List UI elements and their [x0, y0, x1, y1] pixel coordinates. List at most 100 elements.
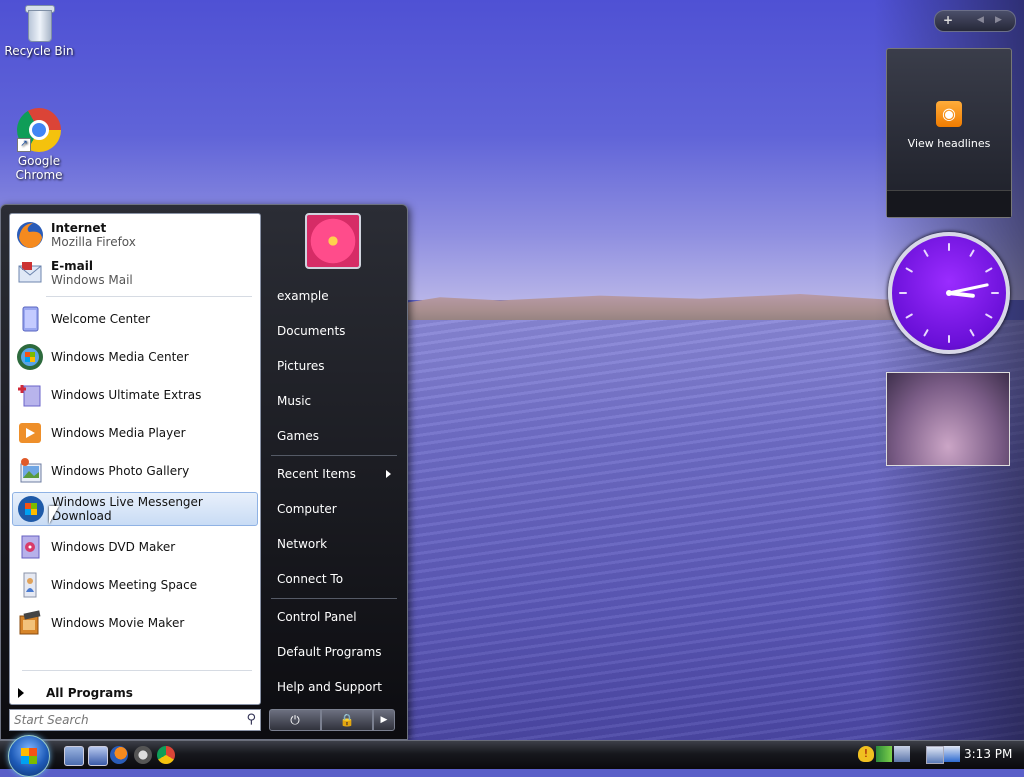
- shortcut-arrow-icon: ↗: [17, 138, 31, 152]
- clock-time[interactable]: 3:13 PM: [964, 747, 1012, 761]
- program-label: Windows Media Player: [51, 426, 186, 440]
- desktop-icon-recycle-bin[interactable]: Recycle Bin: [1, 2, 77, 58]
- security-alert-icon[interactable]: !: [858, 746, 874, 762]
- media-player-icon: [15, 418, 45, 448]
- prev-page-button[interactable]: ◀: [977, 15, 984, 25]
- clock-minute-hand: [947, 283, 989, 295]
- clock-face: [899, 243, 999, 343]
- right-separator: [271, 455, 397, 456]
- recent-items-label: Recent Items: [277, 467, 356, 481]
- meeting-space-icon: [15, 570, 45, 600]
- search-input[interactable]: [14, 712, 236, 728]
- power-button[interactable]: ⏻: [269, 709, 321, 731]
- firefox-icon: [15, 220, 45, 250]
- chrome-icon: ↗: [17, 108, 61, 152]
- right-separator: [271, 598, 397, 599]
- link-user-folder[interactable]: example: [269, 281, 399, 311]
- desktop-icon-label: Recycle Bin: [4, 44, 74, 58]
- taskbar: ! 3:13 PM: [0, 735, 1024, 777]
- ultimate-extras-icon: [15, 380, 45, 410]
- chrome-icon[interactable]: [157, 746, 175, 764]
- start-search-box[interactable]: ⚲: [9, 709, 261, 731]
- mail-icon: [15, 258, 45, 288]
- power-buttons: ⏻ 🔒 ▶: [269, 709, 395, 731]
- program-item[interactable]: Windows Meeting Space: [12, 568, 258, 602]
- link-music[interactable]: Music: [269, 386, 399, 416]
- arrow-right-icon: ▶: [380, 715, 388, 725]
- pinned-item-email[interactable]: E-mail Windows Mail: [12, 256, 258, 290]
- program-item[interactable]: Windows Media Player: [12, 416, 258, 450]
- user-picture[interactable]: [305, 213, 361, 269]
- link-computer[interactable]: Computer: [269, 494, 399, 524]
- mouse-cursor-icon: [49, 506, 59, 524]
- link-recent-items[interactable]: Recent Items: [269, 459, 399, 489]
- pinned-item-internet[interactable]: Internet Mozilla Firefox: [12, 218, 258, 252]
- pinned-item-title: E-mail: [51, 259, 94, 273]
- show-desktop-icon[interactable]: [64, 746, 84, 766]
- program-label: Windows Media Center: [51, 350, 189, 364]
- program-item[interactable]: Windows Movie Maker: [12, 606, 258, 640]
- messenger-icon: [16, 494, 46, 524]
- link-control-panel[interactable]: Control Panel: [269, 602, 399, 632]
- pinned-item-title: Internet: [51, 221, 107, 235]
- feed-headlines-gadget[interactable]: ◉ View headlines: [886, 48, 1012, 218]
- view-headlines-label[interactable]: View headlines: [887, 137, 1011, 150]
- all-programs-separator: [22, 670, 252, 671]
- media-center-icon: [15, 342, 45, 372]
- desktop-icon-label: Google Chrome: [15, 154, 63, 182]
- program-item[interactable]: Windows Photo Gallery: [12, 454, 258, 488]
- all-programs-label: All Programs: [46, 686, 133, 700]
- dvd-maker-icon: [15, 532, 45, 562]
- link-default-programs[interactable]: Default Programs: [269, 637, 399, 667]
- link-games[interactable]: Games: [269, 421, 399, 451]
- desktop-icon-chrome[interactable]: ↗ Google Chrome: [1, 108, 77, 182]
- programs-pane: Internet Mozilla Firefox E-mail Windows Ma…: [9, 213, 261, 705]
- program-label: Windows DVD Maker: [51, 540, 176, 554]
- expand-arrow-icon: [18, 688, 24, 698]
- photo-gallery-icon: [15, 456, 45, 486]
- display-icon[interactable]: [926, 746, 944, 764]
- pinned-item-subtitle: Mozilla Firefox: [51, 235, 136, 249]
- link-help-and-support[interactable]: Help and Support: [269, 672, 399, 702]
- submenu-arrow-icon: [386, 470, 391, 478]
- power-options-button[interactable]: ▶: [373, 709, 395, 731]
- network-icon[interactable]: [876, 746, 892, 762]
- program-item[interactable]: Welcome Center: [12, 302, 258, 336]
- sidebar-controls: + ◀ ▶: [934, 10, 1016, 32]
- program-item[interactable]: Windows DVD Maker: [12, 530, 258, 564]
- lock-button[interactable]: 🔒: [321, 709, 373, 731]
- add-gadget-button[interactable]: +: [943, 13, 953, 27]
- program-item[interactable]: Windows Media Center: [12, 340, 258, 374]
- switch-windows-icon[interactable]: [88, 746, 108, 766]
- program-label: Welcome Center: [51, 312, 151, 326]
- lock-icon: 🔒: [339, 713, 355, 727]
- clock-gadget[interactable]: [888, 232, 1010, 354]
- recycle-bin-icon: [24, 2, 55, 42]
- firefox-icon[interactable]: [110, 746, 128, 764]
- all-programs-button[interactable]: All Programs: [18, 686, 133, 700]
- start-menu: Internet Mozilla Firefox E-mail Windows Ma…: [0, 204, 408, 740]
- program-label: Windows Photo Gallery: [51, 464, 190, 478]
- program-label: Windows Ultimate Extras: [51, 388, 202, 402]
- program-label: Windows Live Messenger Download: [52, 495, 203, 523]
- speaker-icon[interactable]: [944, 746, 960, 762]
- power-icon: ⏻: [290, 713, 300, 727]
- program-item[interactable]: Windows Ultimate Extras: [12, 378, 258, 412]
- slideshow-gadget[interactable]: [886, 372, 1010, 466]
- welcome-center-icon: [15, 304, 45, 334]
- program-label: Windows Meeting Space: [51, 578, 198, 592]
- start-button[interactable]: [8, 735, 50, 777]
- pinned-item-subtitle: Windows Mail: [51, 273, 133, 287]
- link-documents[interactable]: Documents: [269, 316, 399, 346]
- link-connect-to[interactable]: Connect To: [269, 564, 399, 594]
- next-page-button[interactable]: ▶: [995, 15, 1002, 25]
- search-icon[interactable]: ⚲: [246, 712, 256, 727]
- volume-icon[interactable]: [894, 746, 910, 762]
- program-label: Windows Movie Maker: [51, 616, 185, 630]
- link-pictures[interactable]: Pictures: [269, 351, 399, 381]
- movie-maker-icon: [15, 608, 45, 638]
- utility-icon[interactable]: [134, 746, 152, 764]
- pinned-separator: [46, 296, 252, 297]
- rss-icon: ◉: [936, 101, 962, 127]
- link-network[interactable]: Network: [269, 529, 399, 559]
